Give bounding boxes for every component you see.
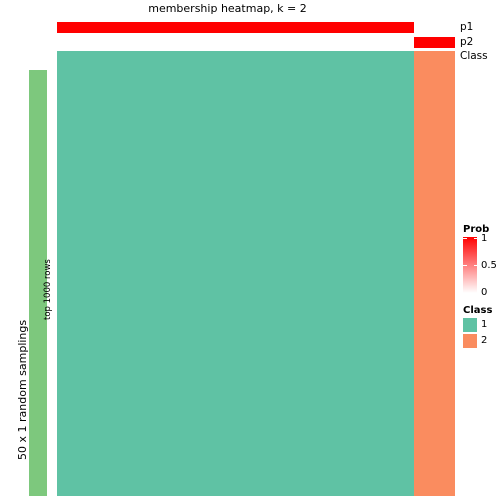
prob-tick-mark-05b xyxy=(474,265,478,266)
prob-tick-mark-05 xyxy=(463,265,467,266)
top-annotation-label-p2: p2 xyxy=(460,36,474,48)
heatmap-body xyxy=(57,60,455,496)
class-legend-swatch-2 xyxy=(463,334,477,348)
prob-tick-label-05: 0.5 xyxy=(481,260,497,271)
top-annotation-row-p2 xyxy=(57,37,455,48)
top-annotation-label-Class: Class xyxy=(460,50,488,62)
class-legend-swatch-1 xyxy=(463,318,477,332)
annotation-segment-p2-1 xyxy=(414,37,455,48)
left-axis-title: 50 x 1 random samplings xyxy=(16,319,29,460)
annotation-segment-p2-0 xyxy=(57,37,414,48)
class-legend-label-1: 1 xyxy=(481,319,488,330)
top-annotation-row-p1 xyxy=(57,22,455,33)
row-annotation-label: top 1000 rows xyxy=(43,259,53,320)
prob-tick-mark-1 xyxy=(463,238,467,239)
class-legend-label-2: 2 xyxy=(481,335,488,346)
heatmap-column-class-2 xyxy=(414,60,455,496)
page-title: membership heatmap, k = 2 xyxy=(148,2,307,15)
prob-tick-mark-1b xyxy=(474,238,478,239)
annotation-segment-p1-0 xyxy=(57,22,414,33)
membership-heatmap-figure: membership heatmap, k = 2 p1 p2 Class 50 x… xyxy=(0,0,504,504)
class-legend-title: Class xyxy=(463,305,493,316)
heatmap-column-class-1 xyxy=(57,60,414,496)
prob-tick-label-1: 1 xyxy=(481,233,488,244)
annotation-segment-p1-1 xyxy=(414,22,455,33)
top-annotation-label-p1: p1 xyxy=(460,21,474,33)
prob-tick-label-0: 0 xyxy=(481,287,488,298)
